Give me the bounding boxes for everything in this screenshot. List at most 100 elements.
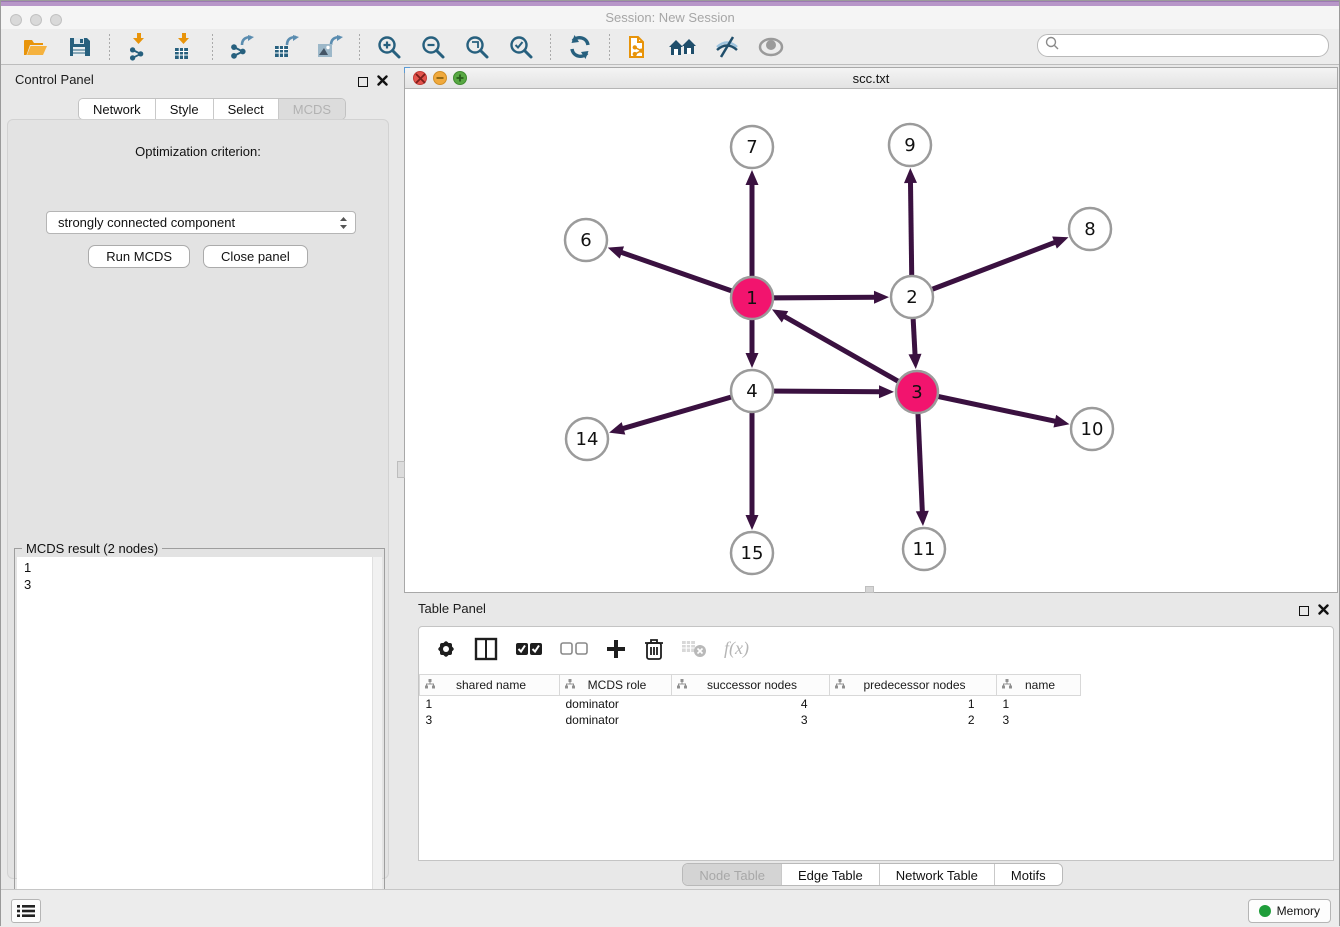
export-image-icon[interactable]	[315, 32, 345, 62]
column-header-name[interactable]: name	[997, 675, 1081, 696]
memory-button[interactable]: Memory	[1248, 899, 1331, 923]
network-title: scc.txt	[405, 71, 1337, 86]
close-table-panel-icon[interactable]	[1318, 602, 1329, 620]
table-cell[interactable]: 3	[672, 712, 830, 728]
save-icon[interactable]	[65, 32, 95, 62]
control-panel: Control Panel NetworkStyleSelectMCDS Opt…	[1, 67, 396, 889]
node-table[interactable]: shared nameMCDS rolesuccessor nodesprede…	[419, 674, 1081, 728]
table-row[interactable]: 1dominator411	[420, 696, 1081, 712]
column-header-MCDS-role[interactable]: MCDS role	[560, 675, 672, 696]
network-window-titlebar[interactable]: scc.txt	[405, 68, 1337, 89]
table-cell[interactable]: 3	[997, 712, 1081, 728]
svg-text:2: 2	[906, 287, 917, 308]
svg-text:14: 14	[576, 429, 599, 450]
network-canvas[interactable]: 7968124314101511	[405, 89, 1337, 592]
criterion-dropdown[interactable]: strongly connected component	[46, 211, 356, 234]
tab-node-table[interactable]: Node Table	[683, 864, 782, 885]
open-folder-icon[interactable]	[21, 32, 51, 62]
search-icon	[1045, 36, 1059, 55]
splitter-grip-horizontal[interactable]	[865, 586, 874, 593]
run-mcds-button[interactable]: Run MCDS	[88, 245, 190, 268]
status-bar: Memory	[1, 889, 1339, 927]
svg-text:11: 11	[913, 539, 936, 560]
add-column-icon[interactable]	[605, 638, 627, 660]
tab-motifs[interactable]: Motifs	[995, 864, 1062, 885]
hide-panel-icon[interactable]	[712, 32, 742, 62]
svg-text:6: 6	[580, 230, 591, 251]
table-panel-title: Table Panel	[418, 601, 486, 616]
tab-mcds[interactable]: MCDS	[279, 99, 345, 119]
splitter-grip-vertical[interactable]	[397, 461, 405, 478]
search-input[interactable]	[1059, 39, 1328, 53]
zoom-in-icon[interactable]	[374, 32, 404, 62]
result-scrollbar[interactable]	[372, 557, 382, 922]
search-box[interactable]	[1037, 34, 1329, 57]
svg-text:10: 10	[1081, 419, 1104, 440]
import-network-icon[interactable]	[124, 32, 154, 62]
clone-network-icon[interactable]	[624, 32, 654, 62]
zoom-out-icon[interactable]	[418, 32, 448, 62]
select-all-icon[interactable]	[515, 641, 543, 657]
table-panel: Table Panel f(x) shared nameMCDS rolesuc…	[404, 596, 1340, 889]
table-cell[interactable]: 2	[830, 712, 997, 728]
deselect-all-icon[interactable]	[560, 641, 588, 657]
network-view-window: scc.txt 7968124314101511	[404, 67, 1338, 593]
table-cell[interactable]: 1	[420, 696, 560, 712]
zoom-selected-icon[interactable]	[506, 32, 536, 62]
task-history-button[interactable]	[11, 899, 41, 923]
home-icon[interactable]	[668, 32, 698, 62]
delete-table-icon	[681, 640, 707, 658]
column-header-predecessor-nodes[interactable]: predecessor nodes	[830, 675, 997, 696]
window-title: Session: New Session	[1, 10, 1339, 25]
memory-label: Memory	[1277, 904, 1320, 918]
svg-text:3: 3	[911, 382, 922, 403]
function-icon: f(x)	[724, 638, 749, 659]
column-type-icon	[677, 678, 687, 692]
export-network-icon[interactable]	[227, 32, 257, 62]
zoom-fit-icon[interactable]	[462, 32, 492, 62]
import-table-icon[interactable]	[168, 32, 198, 62]
network-graph: 7968124314101511	[405, 89, 1337, 592]
refresh-icon[interactable]	[565, 32, 595, 62]
table-row[interactable]: 3dominator323	[420, 712, 1081, 728]
table-tabs: Node TableEdge TableNetwork TableMotifs	[682, 863, 1062, 886]
mcds-result-text[interactable]: 1 3	[17, 557, 372, 922]
column-type-icon	[835, 678, 845, 692]
table-cell[interactable]: dominator	[560, 696, 672, 712]
control-panel-tabs: NetworkStyleSelectMCDS	[78, 98, 346, 120]
table-cell[interactable]: 3	[420, 712, 560, 728]
svg-text:15: 15	[741, 543, 764, 564]
show-panel-icon[interactable]	[756, 32, 786, 62]
close-panel-button[interactable]: Close panel	[203, 245, 308, 268]
tab-network-table[interactable]: Network Table	[880, 864, 995, 885]
float-table-panel-icon[interactable]	[1299, 606, 1309, 616]
table-cell[interactable]: dominator	[560, 712, 672, 728]
gear-icon[interactable]	[435, 638, 457, 660]
close-panel-icon[interactable]	[377, 73, 388, 91]
memory-status-icon	[1259, 905, 1271, 917]
column-type-icon	[425, 678, 435, 692]
column-header-shared-name[interactable]: shared name	[420, 675, 560, 696]
tab-select[interactable]: Select	[214, 99, 279, 119]
tab-edge-table[interactable]: Edge Table	[782, 864, 880, 885]
table-header-row: shared nameMCDS rolesuccessor nodesprede…	[420, 675, 1081, 696]
table-cell[interactable]: 1	[830, 696, 997, 712]
split-columns-icon[interactable]	[474, 637, 498, 661]
export-table-icon[interactable]	[271, 32, 301, 62]
column-type-icon	[565, 678, 575, 692]
table-cell[interactable]: 1	[997, 696, 1081, 712]
svg-text:7: 7	[746, 137, 757, 158]
svg-text:4: 4	[746, 381, 757, 402]
table-cell[interactable]: 4	[672, 696, 830, 712]
node-table-container: f(x) shared nameMCDS rolesuccessor nodes…	[418, 626, 1334, 861]
mcds-panel: Optimization criterion: strongly connect…	[7, 119, 389, 879]
float-panel-icon[interactable]	[358, 77, 368, 87]
tab-network[interactable]: Network	[79, 99, 156, 119]
dropdown-stepper-icon	[339, 215, 348, 231]
svg-text:9: 9	[904, 135, 915, 156]
tab-style[interactable]: Style	[156, 99, 214, 119]
optimization-criterion-label: Optimization criterion:	[8, 144, 388, 159]
mcds-result-box: MCDS result (2 nodes) 1 3	[14, 548, 385, 925]
column-header-successor-nodes[interactable]: successor nodes	[672, 675, 830, 696]
delete-icon[interactable]	[644, 637, 664, 661]
